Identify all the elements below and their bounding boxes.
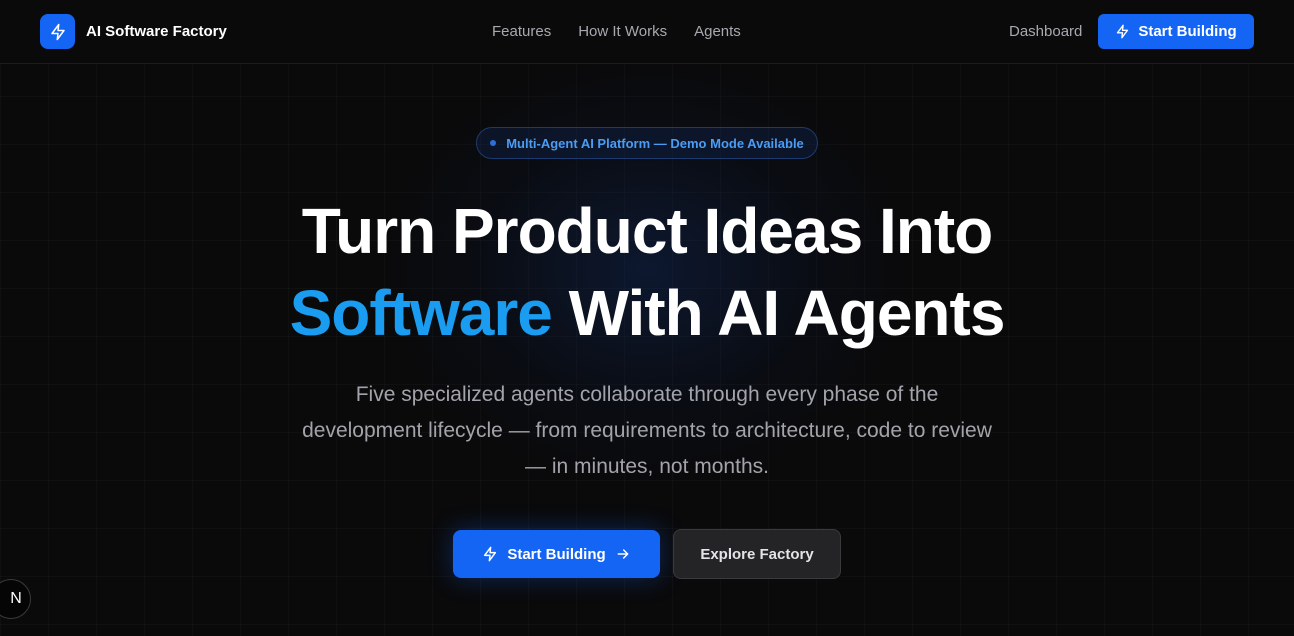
dev-indicator-button[interactable]: N <box>0 579 31 619</box>
explore-factory-label: Explore Factory <box>700 545 814 563</box>
dev-indicator-label: N <box>10 590 22 607</box>
arrow-right-icon <box>615 546 631 562</box>
top-navbar: AI Software Factory Features How It Work… <box>0 0 1294 64</box>
lightning-bolt-icon <box>40 14 75 49</box>
hero-title-line2: With AI Agents <box>551 277 1006 349</box>
start-building-nav-button[interactable]: Start Building <box>1098 14 1254 49</box>
brand-name: AI Software Factory <box>86 23 227 40</box>
nav-link-features[interactable]: Features <box>492 22 551 42</box>
start-building-label: Start Building <box>507 545 606 563</box>
start-building-button[interactable]: Start Building <box>453 530 660 578</box>
lightning-bolt-icon <box>482 546 498 562</box>
hero-title: Turn Product Ideas Into Software With AI… <box>0 190 1294 354</box>
badge-text: Multi-Agent AI Platform — Demo Mode Avai… <box>506 135 804 151</box>
nav-links: Features How It Works Agents <box>492 22 741 42</box>
hero-title-accent: Software <box>289 277 553 349</box>
platform-badge: Multi-Agent AI Platform — Demo Mode Avai… <box>476 127 818 159</box>
nav-link-agents[interactable]: Agents <box>694 22 741 42</box>
lightning-bolt-icon <box>1115 24 1130 39</box>
explore-factory-button[interactable]: Explore Factory <box>673 529 841 579</box>
hero-title-line1: Turn Product Ideas Into <box>301 195 993 267</box>
status-dot <box>490 140 497 146</box>
nav-link-dashboard[interactable]: Dashboard <box>1009 22 1082 42</box>
nav-link-how-it-works[interactable]: How It Works <box>578 22 667 42</box>
start-building-nav-label: Start Building <box>1138 23 1237 40</box>
brand[interactable]: AI Software Factory <box>40 14 227 49</box>
hero-subtitle: Five specialized agents collaborate thro… <box>302 383 992 478</box>
